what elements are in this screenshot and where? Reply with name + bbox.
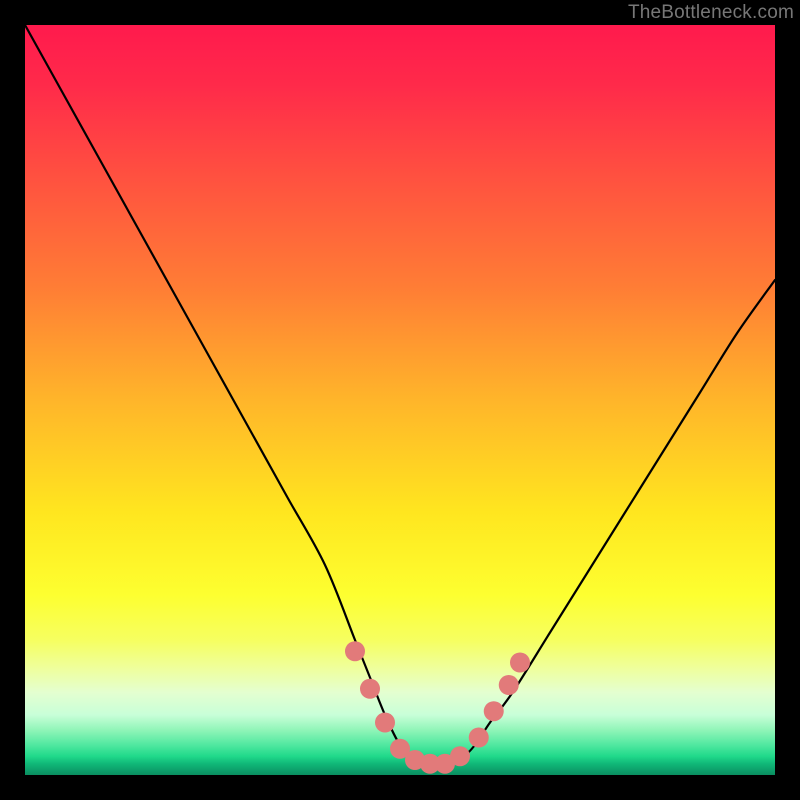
data-point	[345, 641, 365, 661]
bottleneck-curve	[25, 25, 775, 768]
outer-frame: TheBottleneck.com	[0, 0, 800, 800]
plot-area	[25, 25, 775, 775]
watermark-text: TheBottleneck.com	[628, 2, 794, 24]
chart-svg	[25, 25, 775, 775]
data-point	[375, 713, 395, 733]
data-point	[469, 728, 489, 748]
data-point	[484, 701, 504, 721]
data-points-group	[345, 641, 530, 774]
data-point	[499, 675, 519, 695]
data-point	[450, 746, 470, 766]
data-point	[510, 653, 530, 673]
data-point	[360, 679, 380, 699]
